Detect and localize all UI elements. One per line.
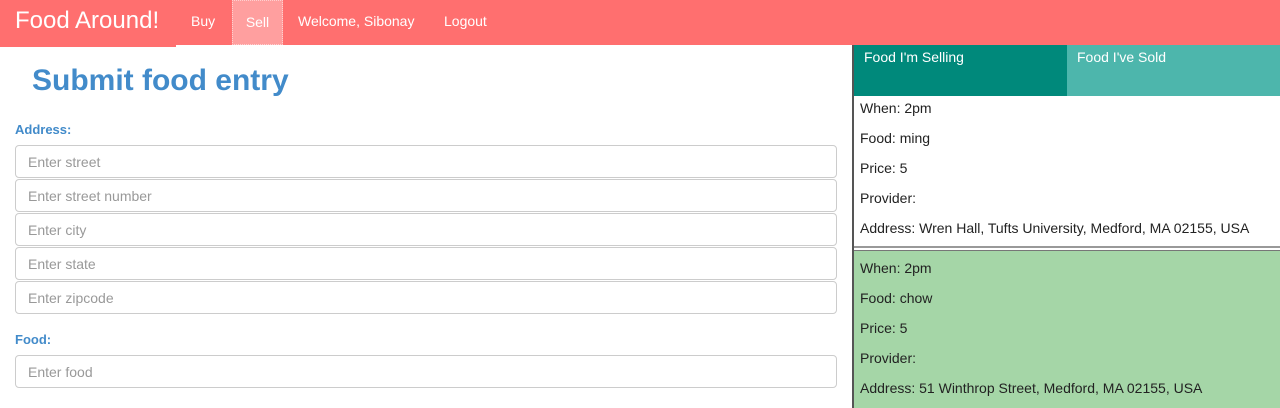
brand-logo[interactable]: Food Around! — [0, 0, 176, 47]
nav-sell-link[interactable]: Sell — [232, 0, 283, 45]
entry-provider: Provider: — [860, 190, 917, 206]
city-input[interactable] — [15, 213, 837, 246]
street-number-input[interactable] — [15, 179, 837, 212]
entry-when: When: 2pm — [860, 100, 932, 116]
tab-food-selling[interactable]: Food I'm Selling — [854, 45, 1067, 96]
top-navbar: Food Around! Buy Sell Welcome, Sibonay L… — [0, 0, 1280, 47]
tab-food-sold[interactable]: Food I've Sold — [1067, 45, 1280, 96]
food-input[interactable] — [15, 355, 837, 388]
entry-address: Address: Wren Hall, Tufts University, Me… — [860, 220, 1250, 236]
zipcode-input[interactable] — [15, 281, 837, 314]
state-input[interactable] — [15, 247, 837, 280]
nav-logout-link[interactable]: Logout — [444, 0, 487, 45]
entry-price: Price: 5 — [860, 320, 908, 336]
entry-provider: Provider: — [860, 350, 917, 366]
nav-buy-link[interactable]: Buy — [191, 0, 215, 45]
entry-food: Food: ming — [860, 130, 931, 146]
address-label: Address: — [15, 122, 72, 137]
entry-when: When: 2pm — [860, 260, 932, 276]
entry-food: Food: chow — [860, 290, 933, 306]
food-entry-card[interactable]: When: 2pm Food: ming Price: 5 Provider: … — [854, 96, 1280, 248]
entry-address: Address: 51 Winthrop Street, Medford, MA… — [860, 380, 1203, 396]
nav-welcome-user[interactable]: Welcome, Sibonay — [298, 0, 414, 45]
street-input[interactable] — [15, 145, 837, 178]
food-listing-panel: Food I'm Selling Food I've Sold When: 2p… — [852, 45, 1280, 408]
page-title: Submit food entry — [32, 64, 289, 97]
food-label: Food: — [15, 332, 52, 347]
food-entry-card-highlighted[interactable]: When: 2pm Food: chow Price: 5 Provider: … — [854, 250, 1280, 408]
entry-price: Price: 5 — [860, 160, 908, 176]
